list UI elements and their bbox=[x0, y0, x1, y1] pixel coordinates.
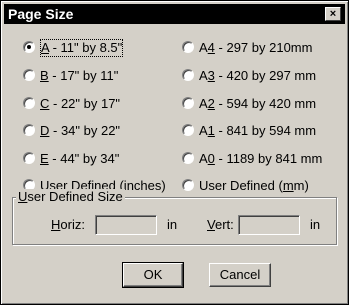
radio-label: A4 - 297 by 210mm bbox=[199, 39, 312, 57]
label-text: A bbox=[199, 123, 208, 138]
radio-button[interactable] bbox=[23, 69, 35, 81]
mnemonic: 1 bbox=[207, 123, 215, 138]
mnemonic: A bbox=[41, 40, 49, 55]
mnemonic: 2 bbox=[207, 96, 215, 111]
mnemonic: 4 bbox=[207, 40, 215, 55]
label-text: - 17" by 11" bbox=[48, 68, 119, 83]
label-text: ert: bbox=[214, 217, 234, 232]
label-text: - 841 by 594 mm bbox=[214, 123, 317, 138]
radio-label: User Defined (mm) bbox=[199, 177, 309, 195]
label-text: - 11" by 8.5" bbox=[48, 40, 123, 55]
radio-button[interactable] bbox=[182, 179, 194, 191]
title-bar: Page Size × bbox=[4, 4, 345, 24]
radio-button[interactable] bbox=[182, 41, 194, 53]
label-text: - 22" by 17" bbox=[49, 96, 121, 111]
radio-label: D - 34" by 22" bbox=[40, 122, 120, 140]
mnemonic: B bbox=[40, 68, 49, 83]
radio-label: A0 - 1189 by 841 mm bbox=[199, 150, 322, 168]
label-text: A bbox=[199, 96, 208, 111]
radio-button[interactable] bbox=[23, 41, 35, 53]
label-text: - 420 by 297 mm bbox=[214, 68, 317, 83]
radio-selected-dot bbox=[27, 45, 31, 49]
label-text: - 594 by 420 mm bbox=[214, 96, 317, 111]
horiz-unit: in bbox=[167, 217, 178, 232]
horiz-input[interactable] bbox=[95, 215, 157, 235]
mnemonic: D bbox=[40, 123, 50, 138]
horiz-label: Horiz: bbox=[51, 216, 85, 234]
radio-button[interactable] bbox=[182, 124, 194, 136]
radio-label: A1 - 841 by 594 mm bbox=[199, 122, 316, 140]
label-text: ser Defined Size bbox=[27, 189, 123, 204]
dialog-title: Page Size bbox=[8, 6, 74, 22]
group-title: User Defined Size bbox=[16, 189, 125, 205]
label-text: oriz: bbox=[60, 217, 85, 232]
mnemonic: m bbox=[282, 178, 294, 193]
cancel-button[interactable]: Cancel bbox=[209, 263, 271, 287]
ok-button[interactable]: OK bbox=[122, 262, 184, 288]
radio-label: A3 - 420 by 297 mm bbox=[199, 67, 316, 85]
radio-label: A - 11" by 8.5" bbox=[40, 39, 124, 57]
radio-button[interactable] bbox=[182, 69, 194, 81]
radio-button[interactable] bbox=[182, 97, 194, 109]
radio-button[interactable] bbox=[23, 152, 35, 164]
radio-label: B - 17" by 11" bbox=[40, 67, 118, 85]
mnemonic: H bbox=[51, 217, 61, 232]
radio-label: A2 - 594 by 420 mm bbox=[199, 95, 316, 113]
label-text: m) bbox=[293, 178, 309, 193]
label-text: - 44" by 34" bbox=[48, 151, 120, 166]
mnemonic: V bbox=[207, 217, 215, 232]
label-text: A bbox=[199, 151, 208, 166]
label-text: - 34" by 22" bbox=[49, 123, 121, 138]
mnemonic: 0 bbox=[207, 151, 215, 166]
label-text: A bbox=[199, 68, 208, 83]
mnemonic: 3 bbox=[207, 68, 215, 83]
label-text: User Defined ( bbox=[199, 178, 283, 193]
page-size-dialog: Page Size × A - 11" by 8.5" B - 17" by 1… bbox=[0, 0, 349, 305]
mnemonic: E bbox=[40, 151, 49, 166]
vert-input[interactable] bbox=[238, 215, 300, 235]
mnemonic: U bbox=[18, 189, 28, 204]
close-icon: × bbox=[329, 8, 337, 20]
label-text: - 297 by 210mm bbox=[214, 40, 313, 55]
radio-label: E - 44" by 34" bbox=[40, 150, 119, 168]
label-text: - 1189 by 841 mm bbox=[214, 151, 323, 166]
mnemonic: C bbox=[40, 96, 50, 111]
close-button[interactable]: × bbox=[325, 7, 341, 21]
radio-button[interactable] bbox=[182, 152, 194, 164]
radio-button[interactable] bbox=[23, 124, 35, 136]
radio-button[interactable] bbox=[23, 97, 35, 109]
label-text: A bbox=[199, 40, 208, 55]
radio-label: C - 22" by 17" bbox=[40, 95, 120, 113]
vert-unit: in bbox=[310, 217, 321, 232]
vert-label: Vert: bbox=[207, 216, 234, 234]
